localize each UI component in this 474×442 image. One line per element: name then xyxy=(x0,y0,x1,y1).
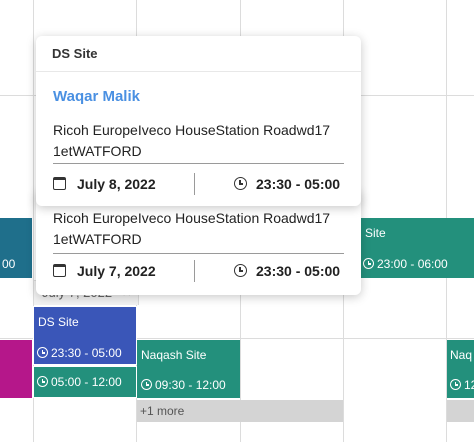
popup-time: 23:30 - 05:00 xyxy=(256,263,341,279)
popup-address-line2: 1etWATFORD xyxy=(53,143,142,159)
clock-icon xyxy=(234,177,247,190)
event-time: 23:30 - 05:00 xyxy=(51,346,122,360)
calendar-icon xyxy=(53,177,66,190)
divider xyxy=(194,173,195,195)
event-title: Naq xyxy=(450,348,473,362)
popup-date: July 7, 2022 xyxy=(77,263,156,279)
event-time: 23:00 - 06:00 xyxy=(377,257,448,271)
event-time: 00 xyxy=(2,257,16,271)
clock-icon xyxy=(37,347,48,358)
divider xyxy=(53,253,344,254)
more-link[interactable]: +1 more xyxy=(137,400,343,422)
more-link-partial[interactable] xyxy=(447,400,474,422)
clock-icon xyxy=(37,376,48,387)
popup-meta: July 7, 2022 23:30 - 05:00 xyxy=(53,258,344,284)
divider xyxy=(53,163,344,164)
clock-icon xyxy=(141,379,152,390)
event-site-right[interactable]: Site 23:00 - 06:00 xyxy=(343,218,474,278)
clock-icon xyxy=(234,264,247,277)
popup-time: 23:30 - 05:00 xyxy=(256,176,341,192)
popup-meta: July 8, 2022 23:30 - 05:00 xyxy=(53,171,344,197)
event-far-right[interactable]: Naq 12 xyxy=(447,340,474,398)
event-popup-front: DS Site Waqar Malik Ricoh EuropeIveco Ho… xyxy=(36,36,361,206)
event-title: Site xyxy=(365,226,386,240)
clock-icon xyxy=(363,258,374,269)
divider xyxy=(194,260,195,282)
popup-address-line1: Ricoh EuropeIveco HouseStation Roadwd17 xyxy=(53,210,331,226)
calendar-month-view: 00 Site 23:00 - 06:00 July 7, 2022 × DS … xyxy=(0,0,474,442)
popup-address-line2: 1etWATFORD xyxy=(53,231,142,247)
event-time: 05:00 - 12:00 xyxy=(51,375,122,389)
event-teal-morning[interactable]: 05:00 - 12:00 xyxy=(33,366,137,398)
event-naqash-site[interactable]: Naqash Site 09:30 - 12:00 xyxy=(137,340,240,398)
event-left-partial[interactable]: 00 xyxy=(0,218,32,278)
popup-address-line1: Ricoh EuropeIveco HouseStation Roadwd17 xyxy=(53,122,331,138)
event-title: DS Site xyxy=(38,315,79,329)
event-ds-site[interactable]: DS Site 23:30 - 05:00 xyxy=(33,306,137,365)
event-magenta-partial[interactable] xyxy=(0,340,32,398)
calendar-icon xyxy=(53,264,66,277)
event-time: 09:30 - 12:00 xyxy=(155,378,226,392)
popup-date: July 8, 2022 xyxy=(77,176,156,192)
popup-site-title: DS Site xyxy=(36,36,361,72)
event-time: 12 xyxy=(464,378,474,392)
popup-employee-name[interactable]: Waqar Malik xyxy=(53,88,140,105)
event-title: Naqash Site xyxy=(141,348,207,362)
clock-icon xyxy=(450,379,461,390)
